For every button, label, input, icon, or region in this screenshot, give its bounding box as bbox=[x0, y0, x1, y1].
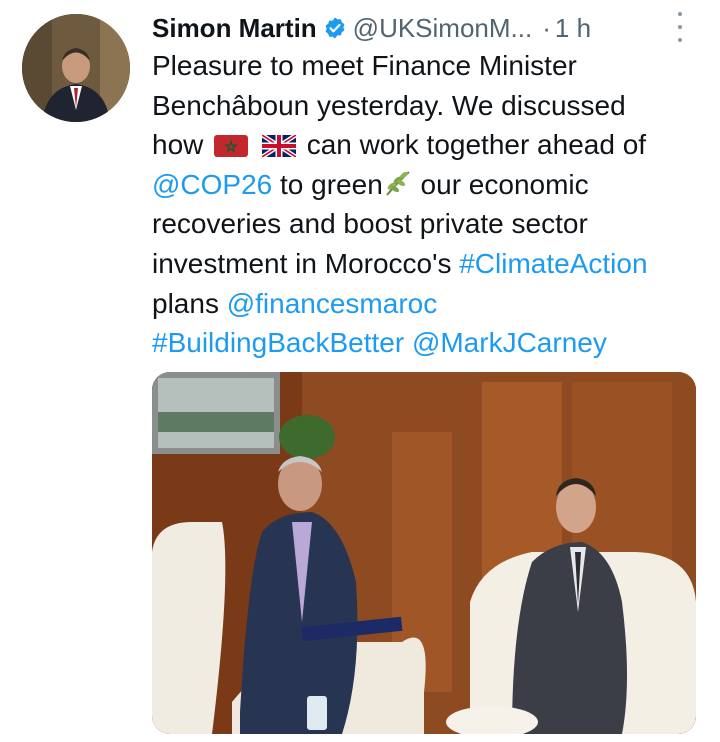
tweet-text-segment: recoveries and boost private sector bbox=[152, 208, 588, 240]
tweet-line: recoveries and boost private sector bbox=[152, 204, 712, 244]
tweet-text-segment: how bbox=[152, 129, 212, 161]
uk-flag-icon bbox=[260, 128, 298, 160]
tweet-line: #BuildingBackBetter @MarkJCarney bbox=[152, 323, 712, 363]
tweet-text-segment: investment in Morocco's bbox=[152, 247, 460, 279]
tweet-text-segment bbox=[404, 327, 412, 358]
mention-link[interactable]: @financesmaroc bbox=[227, 288, 438, 319]
tweet-text-segment: can work together ahead of bbox=[298, 129, 647, 161]
tweet-text-segment bbox=[251, 129, 259, 160]
herb-icon bbox=[383, 168, 413, 196]
morocco-flag-icon bbox=[214, 128, 249, 158]
separator-dot: · bbox=[542, 12, 551, 43]
hashtag-link[interactable]: #ClimateAction bbox=[459, 248, 647, 279]
tweet-photo[interactable] bbox=[152, 372, 696, 734]
more-options-icon[interactable] bbox=[672, 12, 688, 42]
author-name[interactable]: Simon Martin bbox=[152, 13, 317, 44]
tweet-line: investment in Morocco's #ClimateAction bbox=[152, 244, 712, 284]
tweet-line: Benchâboun yesterday. We discussed bbox=[152, 86, 712, 126]
mention-link[interactable]: @MarkJCarney bbox=[412, 327, 607, 358]
tweet-timestamp[interactable]: 1 h bbox=[555, 13, 591, 44]
verified-badge-icon bbox=[325, 17, 345, 39]
tweet-text: Pleasure to meet Finance Minister Benchâb… bbox=[152, 46, 712, 363]
mention-link[interactable]: @COP26 bbox=[152, 169, 272, 200]
author-avatar[interactable] bbox=[22, 14, 130, 122]
hashtag-link[interactable]: #BuildingBackBetter bbox=[152, 327, 404, 358]
tweet-header: Simon Martin @UKSimonM... · 1 h bbox=[152, 8, 692, 48]
tweet-text-segment: to green bbox=[272, 168, 383, 200]
tweet-text-segment: plans bbox=[152, 287, 227, 319]
tweet-text-segment: Pleasure to meet Finance Minister bbox=[152, 50, 577, 81]
author-handle[interactable]: @UKSimonM... bbox=[353, 13, 533, 44]
tweet-line: how can work together ahead of bbox=[152, 125, 712, 165]
tweet-line: @COP26 to green our economic bbox=[152, 165, 712, 205]
meeting-photo bbox=[152, 372, 696, 734]
tweet-text-segment: Benchâboun yesterday. We discussed bbox=[152, 89, 626, 121]
tweet-line: Pleasure to meet Finance Minister bbox=[152, 46, 712, 86]
tweet-text-segment: our economic bbox=[412, 168, 589, 200]
avatar-photo bbox=[22, 14, 130, 122]
tweet-line: plans @financesmaroc bbox=[152, 284, 712, 324]
